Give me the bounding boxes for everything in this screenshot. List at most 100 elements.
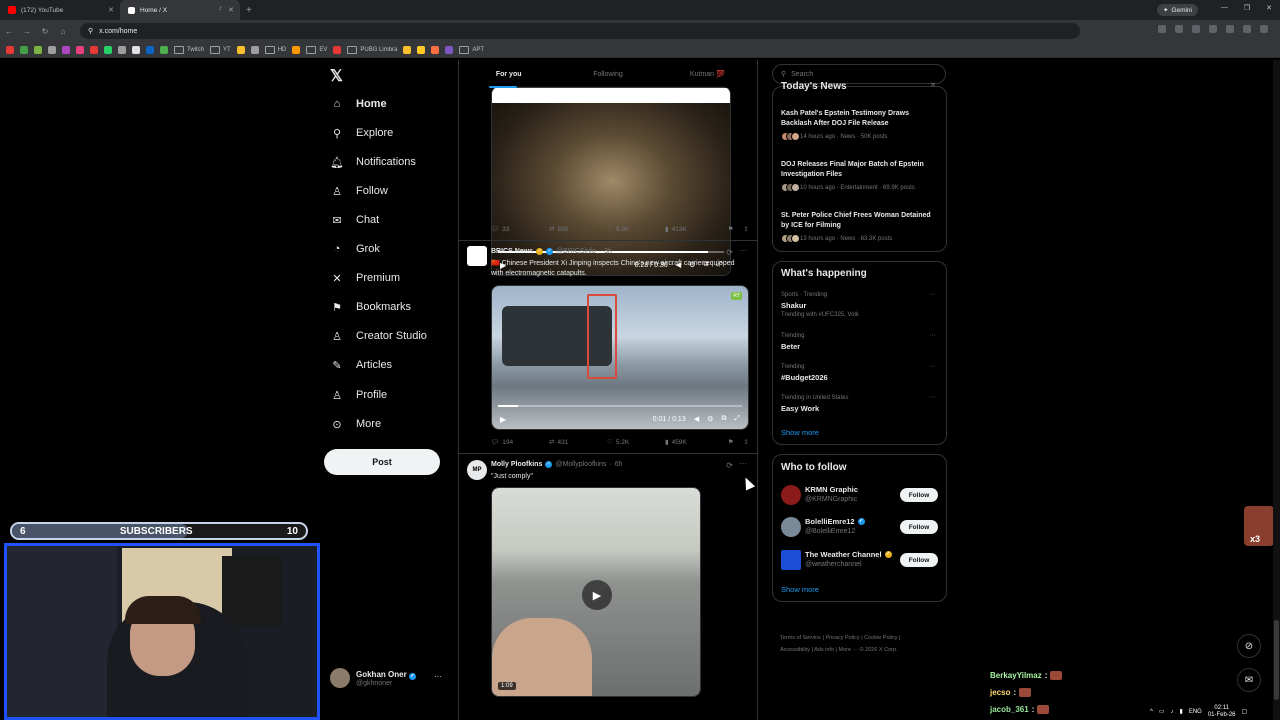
volume-icon[interactable]: ◀︎: [694, 415, 699, 423]
nav-notifications[interactable]: 🔔︎ Notifications: [330, 151, 416, 173]
bookmark-icon[interactable]: ⚑: [728, 438, 734, 446]
home-browser-icon[interactable]: ⌂: [54, 27, 72, 36]
fullscreen-icon[interactable]: ⤢: [734, 415, 740, 423]
chevron-up-icon[interactable]: ^: [1150, 709, 1153, 715]
extension-icon[interactable]: [1192, 25, 1200, 33]
nav-premium[interactable]: ✕ Premium: [330, 267, 400, 289]
extension-icon[interactable]: [1226, 25, 1234, 33]
account-name[interactable]: The Weather Channel ✓: [805, 550, 892, 559]
author-name[interactable]: Molly Ploofkins: [491, 461, 542, 468]
bookmark-icon[interactable]: [34, 45, 42, 54]
trend-name[interactable]: Shakur: [781, 301, 806, 310]
messages-float-button[interactable]: ✉: [1237, 668, 1261, 692]
nav-profile[interactable]: ♙ Profile: [330, 384, 387, 406]
bookmark-icon[interactable]: [250, 45, 259, 54]
minimize-icon[interactable]: —: [1221, 4, 1228, 12]
tab-x-home[interactable]: Home / X ♪ ✕: [120, 0, 240, 20]
bookmark-icon[interactable]: [48, 45, 56, 54]
language-indicator[interactable]: ENG: [1189, 709, 1202, 715]
tab-custom-feed[interactable]: Kutman 💯: [658, 60, 757, 88]
reply-button[interactable]: 💬︎ 194: [491, 438, 549, 447]
footer-line[interactable]: Accessibility | Ads info | More ··· © 20…: [780, 644, 950, 656]
trend-name[interactable]: Easy Work: [781, 404, 819, 413]
bookmark-icon[interactable]: [132, 45, 140, 54]
share-icon[interactable]: ⇪: [744, 438, 749, 446]
menu-icon[interactable]: [1260, 25, 1268, 33]
nav-bookmarks[interactable]: ⚑ Bookmarks: [330, 296, 411, 318]
more-icon[interactable]: ···: [739, 459, 747, 468]
bookmark-icon[interactable]: ⚑: [728, 225, 734, 233]
grok-explain-icon[interactable]: ⟳: [726, 461, 733, 470]
x-logo-icon[interactable]: 𝕏: [330, 66, 343, 86]
notification-icon[interactable]: ▢: [1242, 708, 1248, 715]
tab-for-you[interactable]: For you: [459, 60, 558, 88]
tweet-video[interactable]: RT ▶ 0:01 / 0:13 ◀︎ ⚙ ⧉ ⤢: [491, 285, 749, 430]
nav-chat[interactable]: ✉ Chat: [330, 209, 379, 231]
close-tab-icon[interactable]: ✕: [108, 6, 114, 14]
close-tab-icon[interactable]: ✕: [228, 6, 234, 14]
bookmark-icon[interactable]: [104, 45, 112, 54]
star-icon[interactable]: [1175, 25, 1183, 33]
bookmark-icon[interactable]: [292, 45, 301, 54]
show-more-link[interactable]: Show more: [781, 428, 819, 437]
play-icon[interactable]: ▶: [582, 580, 612, 610]
nav-more[interactable]: ⊙ More: [330, 413, 381, 435]
page-scrollbar[interactable]: [1273, 60, 1280, 720]
bookmark-folder[interactable]: PUBG Limbra: [347, 46, 397, 54]
repost-button[interactable]: ⇄ 431: [549, 438, 607, 447]
bookmark-icon[interactable]: [333, 45, 342, 54]
views-button[interactable]: ▮ 413K: [665, 225, 723, 234]
speaker-icon[interactable]: ♪: [219, 5, 223, 12]
follow-button[interactable]: Follow: [900, 488, 938, 502]
scrollbar-thumb[interactable]: [1274, 620, 1279, 700]
bookmark-icon[interactable]: [417, 45, 426, 54]
bookmark-icon[interactable]: [431, 45, 440, 54]
maximize-icon[interactable]: ❐: [1244, 4, 1250, 12]
avatar[interactable]: [781, 517, 801, 537]
nav-explore[interactable]: ⚲ Explore: [330, 122, 393, 144]
bookmark-icon[interactable]: [6, 45, 14, 54]
author-handle[interactable]: @BRICSinfo: [556, 248, 596, 255]
more-icon[interactable]: ···: [929, 291, 936, 298]
reload-icon[interactable]: ↻: [36, 27, 54, 36]
bookmark-icon[interactable]: [62, 45, 70, 54]
follow-button[interactable]: Follow: [900, 553, 938, 567]
nav-grok[interactable]: ◔ Grok: [330, 238, 380, 260]
author-name[interactable]: BRICS News: [491, 248, 533, 255]
close-window-icon[interactable]: ✕: [1266, 4, 1272, 12]
gemini-button[interactable]: ✦ Gemini: [1156, 4, 1198, 16]
account-name[interactable]: KRMN Graphic: [805, 485, 858, 494]
bookmark-folder[interactable]: YT: [210, 46, 231, 54]
grok-explain-icon[interactable]: ⟳: [726, 248, 733, 257]
bookmark-icon[interactable]: [118, 45, 126, 54]
author-handle[interactable]: @Mollyploofkins: [555, 461, 606, 468]
views-button[interactable]: ▮ 459K: [665, 438, 723, 447]
like-button[interactable]: ♡ 5.2K: [607, 438, 665, 447]
battery-icon[interactable]: ▮: [1180, 708, 1183, 715]
nav-creator-studio[interactable]: ♙ Creator Studio: [330, 325, 427, 347]
bookmark-icon[interactable]: [160, 45, 168, 54]
bookmark-folder[interactable]: Twitch: [174, 46, 204, 54]
bookmark-folder[interactable]: APT: [459, 46, 484, 54]
speaker-icon[interactable]: ♪: [1171, 709, 1174, 715]
avatar[interactable]: [467, 246, 487, 266]
tweet-age[interactable]: 6h: [615, 461, 623, 468]
avatar[interactable]: [781, 550, 801, 570]
show-more-link[interactable]: Show more: [781, 585, 819, 594]
profile-icon[interactable]: [1243, 25, 1251, 33]
bookmark-icon[interactable]: [403, 45, 412, 54]
tab-following[interactable]: Following: [558, 60, 657, 88]
avatar[interactable]: MP: [467, 460, 487, 480]
back-icon[interactable]: ←: [0, 27, 18, 36]
news-item-title[interactable]: Kash Patel's Epstein Testimony Draws Bac…: [781, 109, 931, 129]
more-icon[interactable]: ···: [929, 363, 936, 370]
more-icon[interactable]: ···: [434, 672, 442, 681]
video-progress[interactable]: [498, 405, 742, 407]
like-button[interactable]: ♡ 9.9K: [607, 225, 665, 234]
pip-icon[interactable]: ⧉: [721, 415, 726, 423]
site-info-icon[interactable]: ⚲: [88, 27, 93, 35]
bookmark-icon[interactable]: [445, 45, 454, 54]
trend-name[interactable]: Beter: [781, 342, 800, 351]
address-bar[interactable]: ⚲ x.com/home: [80, 23, 1080, 39]
avatar[interactable]: [781, 485, 801, 505]
